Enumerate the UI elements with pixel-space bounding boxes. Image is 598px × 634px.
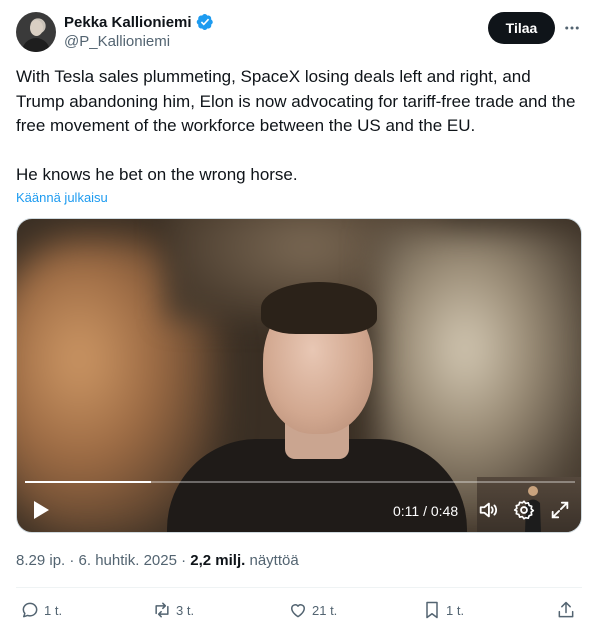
tweet-text: With Tesla sales plummeting, SpaceX losi… xyxy=(16,65,582,187)
share-button[interactable] xyxy=(556,596,576,624)
play-icon[interactable] xyxy=(31,499,51,521)
reply-icon xyxy=(22,602,38,618)
translate-post-link[interactable]: Käännä julkaisu xyxy=(16,190,108,205)
volume-icon[interactable] xyxy=(477,499,499,521)
views-label: näyttöä xyxy=(245,552,299,569)
video-progress-fill xyxy=(25,481,151,483)
repost-count: 3 t. xyxy=(176,602,195,618)
bookmark-count: 1 t. xyxy=(446,602,465,618)
repost-icon xyxy=(155,602,169,618)
views-count: 2,2 milj. xyxy=(190,552,246,569)
post-timestamp[interactable]: 8.29 ip. · 6. huhtik. 2025 · xyxy=(16,552,190,569)
like-count: 21 t. xyxy=(312,602,338,618)
video-progress-bar[interactable] xyxy=(25,481,575,483)
repost-button[interactable]: 3 t. xyxy=(152,596,194,624)
tweet-paragraph: He knows he bet on the wrong horse. xyxy=(16,164,298,184)
post-meta: 8.29 ip. · 6. huhtik. 2025 · 2,2 milj. n… xyxy=(16,552,299,569)
video-player[interactable]: 0:11 / 0:48 xyxy=(16,218,582,533)
author-handle[interactable]: @P_Kallioniemi xyxy=(64,33,170,50)
video-time: 0:11 / 0:48 xyxy=(393,503,459,519)
bookmark-button[interactable]: 1 t. xyxy=(422,596,464,624)
bookmark-icon xyxy=(426,601,438,619)
avatar-shoulders xyxy=(22,38,50,52)
reply-button[interactable]: 1 t. xyxy=(20,596,62,624)
share-icon xyxy=(558,601,574,618)
avatar[interactable] xyxy=(16,12,56,52)
tweet-header: Pekka Kallioniemi @P_Kallioniemi Tilaa xyxy=(16,12,582,56)
action-bar: 1 t. 3 t. 21 t. 1 t. xyxy=(16,596,582,624)
settings-icon[interactable] xyxy=(513,499,535,521)
fullscreen-icon[interactable] xyxy=(549,499,571,521)
speaker-hair xyxy=(261,282,377,334)
more-horizontal-icon[interactable] xyxy=(562,18,582,38)
avatar-head xyxy=(30,20,43,36)
like-button[interactable]: 21 t. xyxy=(288,596,337,624)
author-name-row: Pekka Kallioniemi xyxy=(64,13,214,31)
tweet-paragraph: With Tesla sales plummeting, SpaceX losi… xyxy=(16,67,581,135)
heart-icon xyxy=(291,604,305,618)
verified-badge-icon[interactable] xyxy=(196,13,214,31)
video-controls: 0:11 / 0:48 xyxy=(17,495,581,525)
subscribe-button[interactable]: Tilaa xyxy=(488,12,555,44)
divider xyxy=(16,587,582,588)
author-display-name[interactable]: Pekka Kallioniemi xyxy=(64,14,192,31)
reply-count: 1 t. xyxy=(44,602,63,618)
